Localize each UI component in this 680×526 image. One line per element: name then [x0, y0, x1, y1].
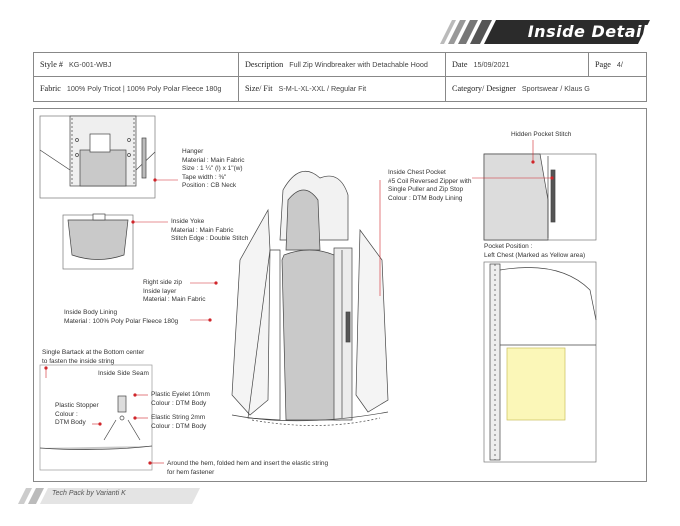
hanger-note-size: Size : 1 ¼" (l) x 1"(w)	[182, 165, 243, 173]
side-seam-note-title: Inside Side Seam	[98, 370, 149, 377]
pocket-position-note-desc: Left Chest (Marked as Yellow area)	[484, 251, 586, 259]
string-note-title: Elastic String 2mm	[151, 414, 206, 421]
jacket-drawing	[231, 170, 389, 426]
lining-note-material: Material : 100% Poly Polar Fleece 180g	[64, 317, 179, 325]
hanger-note-title: Hanger	[182, 148, 204, 155]
pocket-position-note-title: Pocket Position :	[484, 243, 533, 250]
hanger-note-tape: Tape width : ⅜"	[182, 173, 227, 181]
hem-note-line1: Around the hem, folded hem and insert th…	[167, 460, 329, 467]
hanger-note: Hanger Material : Main Fabric Size : 1 ¼…	[182, 148, 245, 191]
inside-yoke-note: Inside Yoke Material : Main Fabric Stitc…	[171, 218, 248, 244]
stopper-note-colour: Colour :	[55, 410, 78, 418]
bartack-note-line2: to fasten the inside string	[42, 357, 115, 365]
hidden-pocket-note-title: Hidden Pocket Stitch	[511, 131, 572, 138]
chest-pocket-note-title: Inside Chest Pocket	[388, 169, 446, 176]
string-note: Elastic String 2mm Colour : DTM Body	[151, 414, 206, 431]
technical-drawing	[39, 115, 597, 471]
hidden-pocket-note: Hidden Pocket Stitch	[511, 131, 571, 140]
chest-pocket-note: Inside Chest Pocket #5 Coil Reversed Zip…	[388, 169, 471, 203]
chest-pocket-note-colour: Colour : DTM Body Lining	[388, 194, 463, 202]
eyelet-note: Plastic Eyelet 10mm Colour : DTM Body	[151, 391, 210, 408]
bartack-note: Single Bartack at the Bottom center to f…	[42, 349, 144, 366]
body-lining-note: Inside Body Lining Material : 100% Poly …	[64, 309, 178, 326]
eyelet-note-title: Plastic Eyelet 10mm	[151, 391, 210, 398]
pocket-position-detail	[483, 261, 597, 463]
hem-note: Around the hem, folded hem and insert th…	[167, 460, 328, 477]
zip-note-title: Right side zip	[143, 279, 183, 286]
stopper-note-value: DTM Body	[55, 419, 86, 427]
bartack-note-line1: Single Bartack at the Bottom center	[42, 349, 145, 356]
footer: Tech Pack by Varianti K	[0, 486, 680, 506]
hanger-note-position: Position : CB Neck	[182, 182, 237, 190]
zip-note-material: Material : Main Fabric	[143, 296, 206, 304]
right-side-zip-note: Right side zip Inside layer Material : M…	[143, 279, 206, 305]
eyelet-note-colour: Colour : DTM Body	[151, 399, 207, 407]
yoke-note-material: Material : Main Fabric	[171, 226, 234, 234]
stopper-note: Plastic Stopper Colour : DTM Body	[55, 402, 99, 428]
lining-note-title: Inside Body Lining	[64, 309, 118, 316]
chest-pocket-note-puller: Single Puller and Zip Stop	[388, 186, 464, 194]
zip-note-layer: Inside layer	[143, 287, 177, 295]
string-note-colour: Colour : DTM Body	[151, 422, 207, 430]
yoke-detail	[62, 213, 134, 270]
chest-pocket-note-zipper: #5 Coil Reversed Zipper with	[388, 177, 472, 185]
hidden-pocket-detail	[483, 153, 597, 241]
yoke-note-stitch: Stitch Edge : Double Stitch	[171, 235, 249, 243]
footer-text: Tech Pack by Varianti K	[52, 490, 126, 497]
stopper-note-title: Plastic Stopper	[55, 402, 99, 409]
yoke-note-title: Inside Yoke	[171, 218, 205, 225]
pocket-position-note: Pocket Position : Left Chest (Marked as …	[484, 243, 585, 260]
hem-note-line2: for hem fastener	[167, 468, 215, 476]
hanger-note-material: Material : Main Fabric	[182, 156, 245, 164]
side-seam-note: Inside Side Seam	[98, 370, 149, 379]
hanger-detail	[39, 115, 156, 199]
